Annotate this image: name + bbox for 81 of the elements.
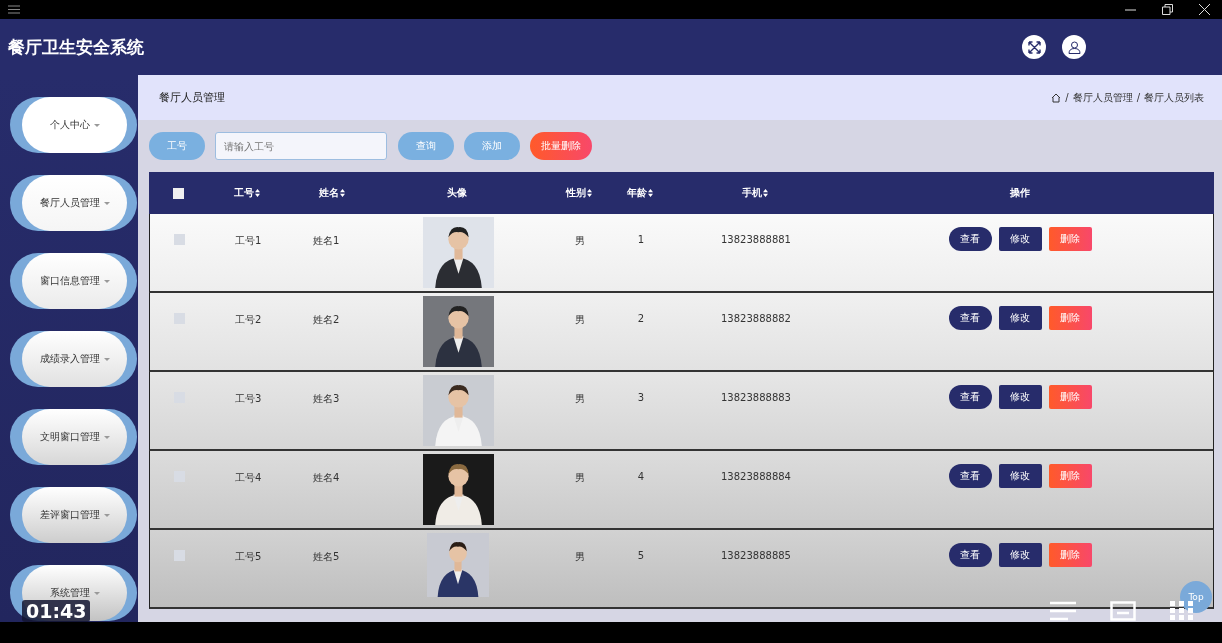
breadcrumb-item[interactable]: 餐厅人员列表 xyxy=(1144,90,1204,105)
table-cell-text: 男 xyxy=(573,234,586,248)
breadcrumb-item[interactable]: 餐厅人员管理 xyxy=(1072,90,1133,105)
table-cell-text: 姓名5 xyxy=(312,550,341,564)
restore-icon[interactable] xyxy=(1162,4,1173,15)
table-cell-text: 姓名2 xyxy=(312,313,341,327)
table-cell-text: 13823888884 xyxy=(720,470,792,482)
table-cell-text: 工号3 xyxy=(234,392,263,406)
sort-icon[interactable] xyxy=(586,189,592,197)
sidebar-item[interactable]: 餐厅人员管理 xyxy=(10,175,137,231)
column-header: 头像 xyxy=(446,186,468,200)
table-cell-text: 姓名3 xyxy=(312,392,341,406)
table-cell-text: 13823888885 xyxy=(720,549,792,561)
table-cell-text: 4 xyxy=(636,470,646,482)
checkbox[interactable] xyxy=(172,187,184,199)
table-cell-text: 姓名1 xyxy=(312,234,341,248)
sidebar-item[interactable]: 差评窗口管理 xyxy=(10,487,137,543)
table-cell-text: 13823888881 xyxy=(720,233,792,245)
edit-button[interactable]: 修改 xyxy=(998,227,1042,251)
edit-button[interactable]: 修改 xyxy=(998,385,1042,409)
edit-button[interactable]: 修改 xyxy=(998,543,1042,567)
edit-button[interactable]: 修改 xyxy=(998,464,1042,488)
checkbox[interactable] xyxy=(173,234,185,245)
search-field[interactable]: 请输入工号 xyxy=(215,132,387,160)
caret-icon xyxy=(103,201,110,205)
checkbox[interactable] xyxy=(173,550,185,561)
minimize-icon[interactable] xyxy=(1125,8,1136,11)
sort-icon[interactable] xyxy=(255,189,260,197)
breadcrumb-separator: / xyxy=(1065,92,1069,103)
fullscreen-icon[interactable] xyxy=(1022,35,1046,59)
column-header[interactable]: 手机 xyxy=(660,186,850,200)
table-cell-text: 工号1 xyxy=(234,234,263,248)
caret-icon xyxy=(93,591,100,595)
list-icon[interactable] xyxy=(1050,601,1076,621)
user-icon[interactable] xyxy=(1062,35,1086,59)
table-cell-text: 13823888883 xyxy=(720,391,792,403)
column-header[interactable]: 工号 xyxy=(207,186,292,200)
sort-icon[interactable] xyxy=(648,189,653,197)
subtitle-icon[interactable] xyxy=(1110,601,1136,621)
view-button[interactable]: 查看 xyxy=(948,543,992,567)
view-button[interactable]: 查看 xyxy=(948,464,992,488)
home-icon[interactable] xyxy=(1051,92,1062,103)
close-icon[interactable] xyxy=(1199,4,1210,15)
table-cell-text: 姓名4 xyxy=(312,471,341,485)
table-cell-text: 男 xyxy=(573,313,586,327)
view-button[interactable]: 查看 xyxy=(948,306,992,330)
column-header[interactable]: 年龄 xyxy=(620,186,660,200)
view-button[interactable]: 查看 xyxy=(948,227,992,251)
table-cell-text: 1 xyxy=(636,233,646,245)
caret-icon xyxy=(93,123,100,127)
menu-icon[interactable] xyxy=(8,5,20,14)
page-title: 餐厅人员管理 xyxy=(159,90,225,105)
sort-icon[interactable] xyxy=(340,189,345,197)
table-cell-text: 工号4 xyxy=(234,471,263,485)
table-cell-text: 男 xyxy=(573,550,586,564)
sort-icon[interactable] xyxy=(763,189,768,197)
column-header: 操作 xyxy=(1009,186,1031,200)
caret-icon xyxy=(103,513,110,517)
playback-time: 01:43 xyxy=(22,600,91,622)
sidebar-item[interactable]: 文明窗口管理 xyxy=(10,409,137,465)
column-header[interactable]: 姓名 xyxy=(292,186,377,200)
caret-icon xyxy=(103,279,110,283)
app-title: 餐厅卫生安全系统 xyxy=(8,35,144,59)
column-header[interactable]: 性别 xyxy=(537,186,620,200)
edit-button[interactable]: 修改 xyxy=(998,306,1042,330)
sidebar-item[interactable]: 成绩录入管理 xyxy=(10,331,137,387)
view-button[interactable]: 查看 xyxy=(948,385,992,409)
table-cell-text: 工号5 xyxy=(234,550,263,564)
table-cell-text: 2 xyxy=(636,312,646,324)
caret-icon xyxy=(103,357,110,361)
sidebar-item[interactable]: 个人中心 xyxy=(10,97,137,153)
table-cell-text: 13823888882 xyxy=(720,312,792,324)
sidebar-item[interactable]: 窗口信息管理 xyxy=(10,253,137,309)
caret-icon xyxy=(103,435,110,439)
table-cell-text: 5 xyxy=(636,549,646,561)
table-cell-text: 工号2 xyxy=(234,313,263,327)
table-cell-text: 男 xyxy=(573,392,586,406)
breadcrumb-separator: / xyxy=(1136,92,1140,103)
grid-icon[interactable] xyxy=(1170,601,1194,621)
table-cell-text: 3 xyxy=(636,391,646,403)
table-cell-text: 男 xyxy=(573,471,586,485)
